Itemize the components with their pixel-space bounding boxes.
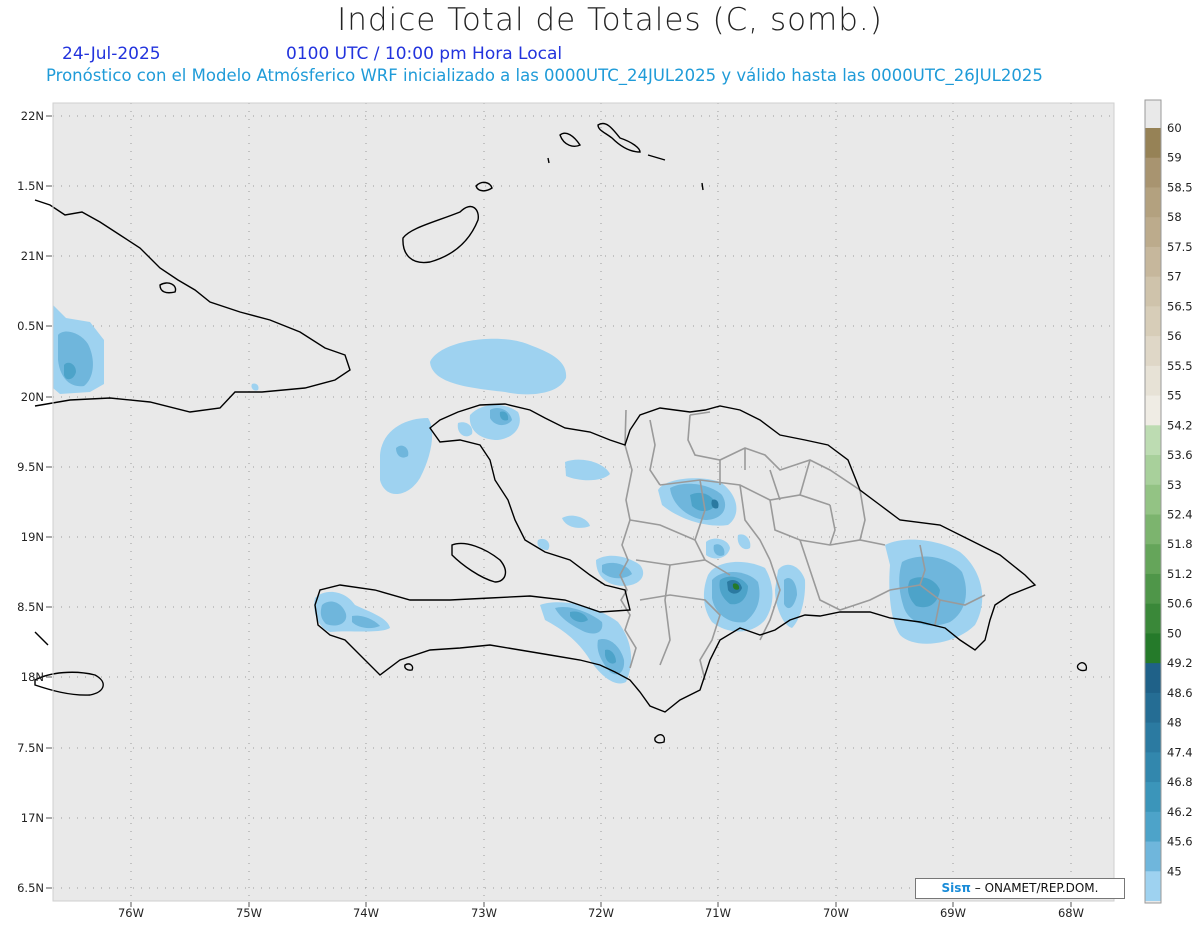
- colorbar-swatch: [1145, 544, 1161, 575]
- colorbar-label: 60: [1167, 121, 1182, 135]
- colorbar-label: 50.6: [1167, 597, 1193, 611]
- weather-map: 22N 1.5N 21N 0.5N 20N 9.5N 19N 8.5N 18N …: [17, 99, 1193, 920]
- colorbar-label: 56.5: [1167, 299, 1193, 313]
- colorbar-label: 49.2: [1167, 656, 1193, 670]
- lat-tick-label: 8.5N: [17, 600, 44, 614]
- colorbar-label: 55.5: [1167, 359, 1193, 373]
- lon-tick-label: 70W: [823, 906, 849, 920]
- credit-text: – ONAMET/REP.DOM.: [974, 881, 1099, 895]
- lon-tick-label: 69W: [940, 906, 966, 920]
- colorbar-swatch: [1145, 633, 1161, 664]
- colorbar-label: 58: [1167, 210, 1182, 224]
- colorbar-swatch: [1145, 782, 1161, 813]
- lat-tick-label: 19N: [21, 530, 44, 544]
- colorbar-swatch: [1145, 455, 1161, 486]
- map-background: [53, 103, 1114, 901]
- colorbar-label: 51.8: [1167, 537, 1193, 551]
- colorbar-label: 51.2: [1167, 567, 1193, 581]
- lon-tick-label: 74W: [353, 906, 379, 920]
- colorbar-label: 50: [1167, 626, 1182, 640]
- lat-tick-label: 17N: [21, 811, 44, 825]
- colorbar-label: 58.5: [1167, 180, 1193, 194]
- lat-tick-label: 22N: [21, 109, 44, 123]
- lat-tick-label: 7.5N: [17, 741, 44, 755]
- colorbar-swatch: [1145, 276, 1161, 307]
- colorbar-label: 48: [1167, 716, 1182, 730]
- colorbar-label: 45.6: [1167, 835, 1193, 849]
- colorbar-swatch: [1145, 128, 1161, 159]
- lat-tick-label: 21N: [21, 249, 44, 263]
- colorbar-label: 48.6: [1167, 686, 1193, 700]
- colorbar-swatch: [1145, 663, 1161, 694]
- colorbar-swatch: [1145, 841, 1161, 872]
- lon-tick-label: 68W: [1058, 906, 1084, 920]
- colorbar-swatch: [1145, 306, 1161, 337]
- lon-tick-label: 72W: [588, 906, 614, 920]
- colorbar-swatch: [1145, 722, 1161, 753]
- colorbar-label: 59: [1167, 151, 1182, 165]
- lat-tick-label: 6.5N: [17, 881, 44, 895]
- sispi-logo: Sisπ: [941, 881, 971, 895]
- colorbar-underflow: [1145, 901, 1161, 903]
- colorbar-swatch: [1145, 157, 1161, 188]
- colorbar: 60 59 58.5 58 57.5 57 56.5 56 55.5 55 54.2 53.6 53 52…: [1144, 99, 1193, 904]
- lat-tick-label: 9.5N: [17, 460, 44, 474]
- colorbar-swatch: [1145, 217, 1161, 248]
- colorbar-swatch: [1145, 871, 1161, 902]
- colorbar-label: 53: [1167, 478, 1182, 492]
- colorbar-label: 46.2: [1167, 805, 1193, 819]
- lat-tick-label: 20N: [21, 390, 44, 404]
- lon-tick-label: 71W: [705, 906, 731, 920]
- colorbar-label: 45: [1167, 864, 1182, 878]
- credit-box: Sisπ – ONAMET/REP.DOM.: [915, 878, 1125, 899]
- colorbar-label: 53.6: [1167, 448, 1193, 462]
- colorbar-swatch: [1145, 811, 1161, 843]
- lat-tick-label: 18N: [21, 670, 44, 684]
- colorbar-swatch: [1145, 484, 1161, 515]
- colorbar-label: 57: [1167, 270, 1182, 284]
- colorbar-label: 52.4: [1167, 508, 1193, 522]
- colorbar-label: 57.5: [1167, 240, 1193, 254]
- colorbar-label: 54.2: [1167, 418, 1193, 432]
- colorbar-label: 46.8: [1167, 775, 1193, 789]
- lat-tick-label: 0.5N: [17, 319, 44, 333]
- colorbar-swatch: [1145, 603, 1161, 634]
- colorbar-swatch: [1145, 752, 1161, 783]
- lon-tick-label: 73W: [471, 906, 497, 920]
- colorbar-label: 55: [1167, 389, 1182, 403]
- colorbar-swatch: [1145, 187, 1161, 218]
- colorbar-swatch: [1145, 425, 1161, 456]
- colorbar-swatch: [1145, 365, 1161, 397]
- colorbar-label: 56: [1167, 329, 1182, 343]
- colorbar-swatch: [1145, 514, 1161, 545]
- lon-tick-label: 75W: [236, 906, 262, 920]
- colorbar-swatch: [1145, 395, 1161, 426]
- lon-tick-label: 76W: [118, 906, 144, 920]
- colorbar-swatch: [1145, 692, 1161, 724]
- colorbar-swatch: [1145, 246, 1161, 278]
- colorbar-swatch: [1145, 573, 1161, 605]
- colorbar-swatch: [1145, 336, 1161, 367]
- colorbar-label: 47.4: [1167, 745, 1193, 759]
- lat-tick-label: 1.5N: [17, 179, 44, 193]
